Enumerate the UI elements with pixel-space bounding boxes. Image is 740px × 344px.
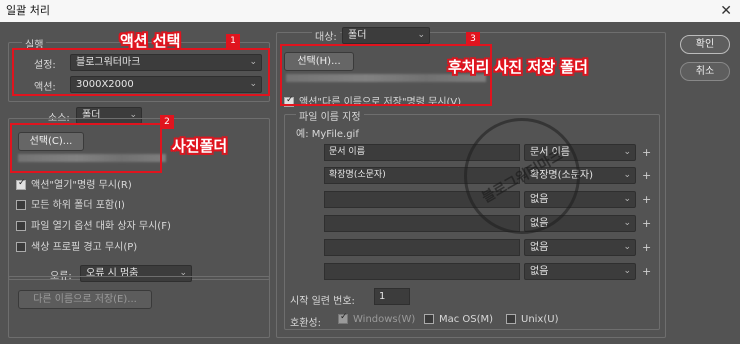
compat-windows[interactable]: Windows(W) — [338, 312, 415, 325]
chevron-down-icon: ⌄ — [623, 194, 631, 204]
check-label: 파일 열기 옵션 대화 상자 무시(F) — [31, 221, 171, 232]
add-row-icon[interactable]: + — [642, 146, 651, 159]
naming-row-5-left[interactable] — [324, 263, 520, 280]
annotation-box-1 — [12, 48, 270, 96]
checkbox[interactable] — [16, 200, 26, 210]
check-label: 액션"열기"명령 무시(R) — [31, 180, 132, 191]
compat-label: 호환성: — [290, 318, 321, 329]
naming-row-5-right[interactable]: 없음 ⌄ — [524, 263, 636, 280]
source-check-2[interactable]: 파일 열기 옵션 대화 상자 무시(F) — [16, 217, 171, 232]
checkbox[interactable] — [16, 178, 26, 190]
source-check-3[interactable]: 색상 프로필 경고 무시(P) — [16, 238, 137, 253]
checkbox[interactable] — [16, 221, 26, 231]
chevron-down-icon: ⌄ — [623, 266, 631, 276]
checkbox[interactable] — [338, 312, 348, 324]
chevron-down-icon: ⌄ — [623, 170, 631, 180]
check-label: 모든 하위 폴더 포함(I) — [31, 200, 125, 211]
source-check-0[interactable]: 액션"열기"명령 무시(R) — [16, 176, 132, 191]
destination-label: 대상: — [312, 28, 340, 43]
naming-legend: 파일 이름 지정 — [296, 108, 364, 123]
close-icon[interactable]: ✕ — [720, 0, 732, 22]
serial-label: 시작 일련 번호: — [290, 296, 355, 307]
compat-mac[interactable]: Mac OS(M) — [424, 314, 493, 325]
naming-row-4-right[interactable]: 없음 ⌄ — [524, 239, 636, 256]
chevron-down-icon: ⌄ — [417, 30, 425, 40]
annotation-box-2 — [10, 123, 162, 173]
destination-value: 폴더 — [348, 30, 367, 41]
watermark-stamp: 블로그워터마크 — [464, 118, 580, 234]
annotation-callout-1: 액션 선택 — [120, 32, 181, 50]
add-row-icon[interactable]: + — [642, 265, 651, 278]
naming-row-4-left[interactable] — [324, 239, 520, 256]
window-title: 일괄 처리 — [6, 4, 50, 17]
annotation-callout-2: 사진폴더 — [172, 137, 228, 155]
annotation-tag-1: 1 — [226, 34, 240, 48]
chevron-down-icon: ⌄ — [623, 147, 631, 157]
compat-unix[interactable]: Unix(U) — [506, 314, 558, 325]
checkbox[interactable] — [16, 242, 26, 252]
chevron-down-icon: ⌄ — [623, 218, 631, 228]
ok-button[interactable]: 확인 — [680, 35, 730, 54]
batch-dialog: 실행 설정: 블로그워터마크 ⌄ 액션: 3000X2000 ⌄ 소스: 폴더 … — [0, 22, 740, 344]
annotation-callout-3: 후처리 사진 저장 폴더 — [448, 58, 588, 76]
add-row-icon[interactable]: + — [642, 217, 651, 230]
destination-select[interactable]: 폴더 ⌄ — [342, 27, 430, 44]
add-row-icon[interactable]: + — [642, 193, 651, 206]
source-check-1[interactable]: 모든 하위 폴더 포함(I) — [16, 196, 125, 211]
annotation-tag-3: 3 — [466, 32, 480, 46]
chevron-down-icon: ⌄ — [623, 242, 631, 252]
naming-example: 예: MyFile.gif — [296, 129, 359, 140]
checkbox[interactable] — [506, 314, 516, 324]
annotation-tag-2: 2 — [160, 115, 174, 129]
title-bar: 일괄 처리 ✕ — [0, 0, 740, 22]
check-label: 색상 프로필 경고 무시(P) — [31, 242, 138, 253]
serial-input[interactable]: 1 — [374, 288, 410, 305]
error-save-as-button[interactable]: 다른 이름으로 저장(E)... — [18, 290, 152, 309]
add-row-icon[interactable]: + — [642, 169, 651, 182]
watermark-text: 블로그워터마크 — [479, 147, 566, 207]
cancel-button[interactable]: 취소 — [680, 62, 730, 81]
add-row-icon[interactable]: + — [642, 241, 651, 254]
checkbox[interactable] — [424, 314, 434, 324]
